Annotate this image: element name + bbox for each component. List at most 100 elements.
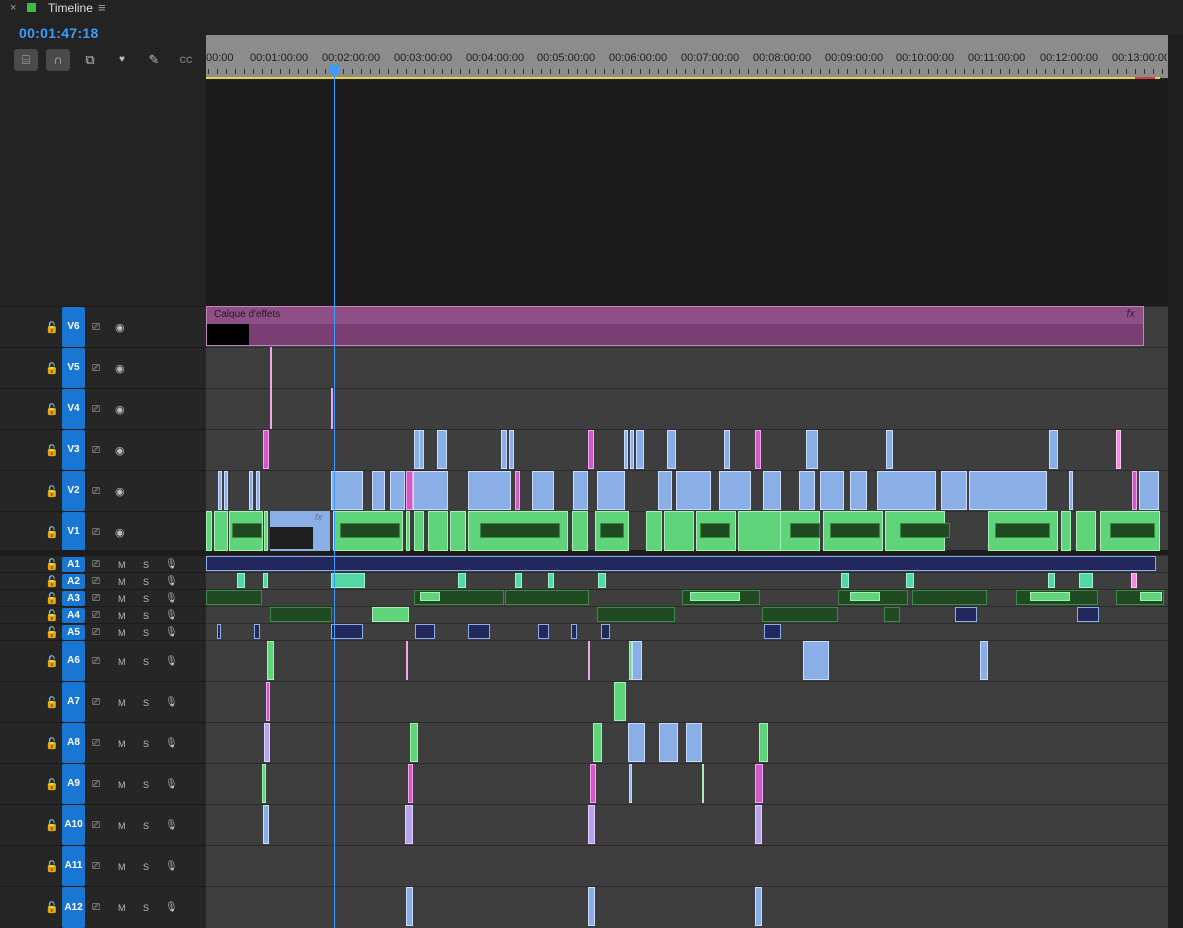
timeline-clip[interactable]	[759, 723, 768, 762]
track-target-a11[interactable]: A11	[62, 846, 85, 886]
mute-button[interactable]: M	[118, 628, 126, 638]
timeline-clip[interactable]	[969, 471, 1047, 510]
timeline-clip[interactable]	[1069, 471, 1073, 510]
s-button[interactable]: S	[143, 780, 149, 790]
timeline-clip[interactable]	[884, 607, 900, 622]
lock-icon[interactable]: 🔓	[45, 778, 59, 791]
timeline-clip[interactable]	[340, 523, 400, 538]
timeline-clip[interactable]	[588, 805, 595, 844]
adjustment-layer-clip[interactable]: Calque d'effets fx	[206, 306, 1144, 346]
timeline-clip[interactable]	[799, 471, 815, 510]
lock-icon[interactable]: 🔓	[45, 655, 59, 668]
track-target-v5[interactable]: V5	[62, 348, 85, 388]
sync-lock-icon[interactable]: ⎚	[92, 363, 100, 374]
timeline-clip[interactable]	[538, 624, 549, 639]
sync-lock-icon[interactable]: ⎚	[92, 697, 100, 708]
timeline-clip[interactable]	[331, 624, 363, 639]
mic-icon[interactable]: 🎙	[165, 610, 178, 621]
timeline-clip[interactable]	[1079, 573, 1093, 588]
mic-icon[interactable]: 🎙	[165, 861, 178, 872]
timeline-clip[interactable]	[1140, 592, 1162, 601]
lock-icon[interactable]: 🔓	[45, 575, 59, 588]
snap-icon[interactable]: ∩	[46, 49, 70, 71]
mute-button[interactable]: M	[118, 594, 126, 604]
timeline-clip[interactable]	[941, 471, 967, 510]
eye-icon[interactable]: ◉	[115, 362, 125, 375]
timeline-clip[interactable]	[264, 723, 270, 762]
timeline-clip[interactable]	[468, 471, 511, 510]
track-row[interactable]	[206, 388, 1168, 429]
sync-lock-icon[interactable]: ⎚	[92, 527, 100, 538]
close-panel-icon[interactable]: ×	[10, 2, 16, 14]
playhead-handle[interactable]	[330, 65, 339, 74]
timeline-clip[interactable]	[331, 471, 363, 510]
playhead-line[interactable]	[334, 67, 335, 928]
timeline-clip[interactable]	[667, 430, 676, 469]
timeline-clip[interactable]	[263, 430, 269, 469]
timeline-clip[interactable]	[830, 523, 880, 538]
timeline-clip[interactable]	[270, 347, 272, 429]
timeline-clip[interactable]	[331, 573, 365, 588]
track-row[interactable]	[206, 429, 1168, 470]
track-row[interactable]	[206, 804, 1168, 845]
timeline-clip[interactable]	[256, 471, 260, 510]
timeline-clip[interactable]	[658, 471, 672, 510]
timeline-clip[interactable]	[1110, 523, 1155, 538]
timeline-clip[interactable]	[628, 723, 645, 762]
track-target-v6[interactable]: V6	[62, 307, 85, 347]
track-row[interactable]	[206, 606, 1168, 623]
timeline-clip[interactable]	[437, 430, 447, 469]
timeline-clip[interactable]	[1132, 471, 1137, 510]
sync-lock-icon[interactable]: ⎚	[92, 576, 100, 587]
mute-button[interactable]: M	[118, 862, 126, 872]
timeline-clip[interactable]	[509, 430, 514, 469]
timeline-clip[interactable]	[428, 511, 448, 551]
sync-lock-icon[interactable]: ⎚	[92, 902, 100, 913]
timeline-clip[interactable]	[803, 641, 829, 680]
lock-icon[interactable]: 🔓	[45, 558, 59, 571]
s-button[interactable]: S	[143, 739, 149, 749]
tracks-area[interactable]	[206, 306, 1168, 928]
timeline-clip[interactable]	[995, 523, 1050, 538]
timeline-clip[interactable]	[505, 590, 589, 605]
timeline-clip[interactable]	[415, 624, 435, 639]
timeline-clip[interactable]	[414, 511, 424, 551]
timeline-clip[interactable]	[548, 573, 554, 588]
v1-nested-clip[interactable]: fx	[270, 511, 330, 551]
track-target-a8[interactable]: A8	[62, 723, 85, 763]
timeline-clip[interactable]	[501, 430, 507, 469]
timeline-clip[interactable]	[267, 641, 274, 680]
timeline-clip[interactable]	[237, 573, 245, 588]
insert-sequence-icon[interactable]: ⌸	[14, 49, 38, 71]
timeline-clip[interactable]	[217, 624, 221, 639]
lock-icon[interactable]: 🔓	[45, 819, 59, 832]
mic-icon[interactable]: 🎙	[165, 559, 178, 570]
timeline-clip[interactable]	[1030, 592, 1070, 601]
timeline-clip[interactable]	[232, 523, 262, 538]
timeline-clip[interactable]	[900, 523, 950, 538]
timeline-clip[interactable]	[263, 805, 269, 844]
timeline-clip[interactable]	[263, 573, 268, 588]
lock-icon[interactable]: 🔓	[45, 696, 59, 709]
sync-lock-icon[interactable]: ⎚	[92, 861, 100, 872]
lock-icon[interactable]: 🔓	[45, 609, 59, 622]
track-target-v3[interactable]: V3	[62, 430, 85, 470]
mic-icon[interactable]: 🎙	[165, 902, 178, 913]
mic-icon[interactable]: 🎙	[165, 738, 178, 749]
lock-icon[interactable]: 🔓	[45, 321, 59, 334]
timeline-clip[interactable]	[262, 764, 266, 803]
timeline-clip[interactable]	[850, 471, 867, 510]
lock-icon[interactable]: 🔓	[45, 485, 59, 498]
track-target-a9[interactable]: A9	[62, 764, 85, 804]
timeline-clip[interactable]	[410, 723, 418, 762]
timeline-clip[interactable]	[601, 624, 610, 639]
timeline-clip[interactable]	[593, 723, 602, 762]
vertical-scrollbar[interactable]	[1168, 35, 1183, 928]
timeline-clip[interactable]	[632, 641, 642, 680]
mute-button[interactable]: M	[118, 903, 126, 913]
s-button[interactable]: S	[143, 698, 149, 708]
timeline-clip[interactable]	[1061, 511, 1071, 551]
timeline-clip[interactable]	[588, 641, 590, 680]
timeline-clip[interactable]	[264, 511, 268, 551]
track-target-a1[interactable]: A1	[62, 557, 85, 572]
